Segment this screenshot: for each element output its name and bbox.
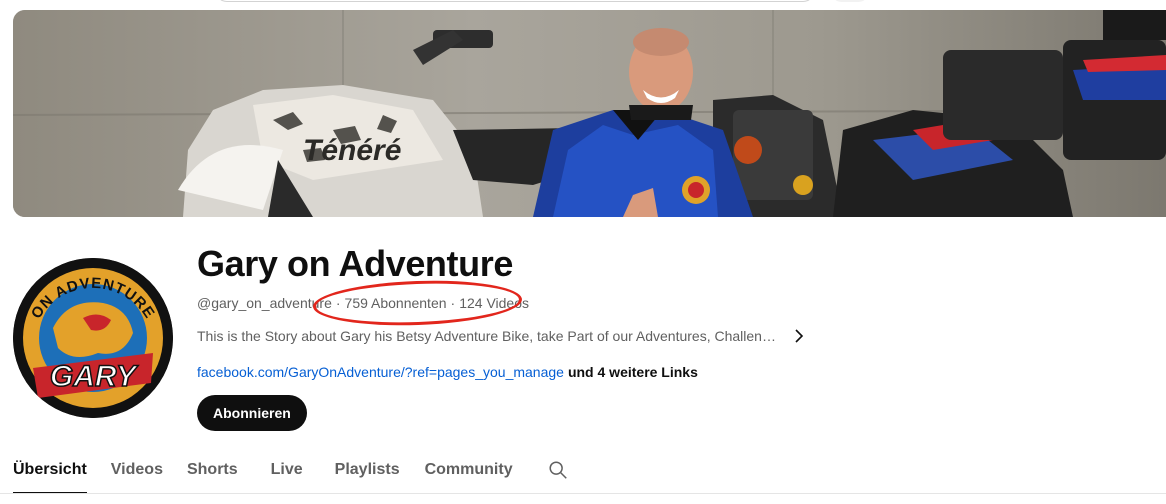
channel-avatar[interactable]: GARY ON ADVENTURE — [13, 258, 173, 418]
channel-banner: Ténéré — [13, 10, 1166, 217]
tab-overview[interactable]: Übersicht — [13, 450, 87, 494]
meta-separator: · — [450, 295, 456, 311]
channel-title: Gary on Adventure — [197, 243, 513, 284]
subscribe-button[interactable]: Abonnieren — [197, 395, 307, 431]
more-links-button[interactable]: und 4 weitere Links — [568, 364, 698, 380]
voice-search-edge[interactable] — [830, 0, 870, 2]
channel-tabs: Übersicht Videos Shorts Live Playlists C… — [13, 450, 569, 494]
search-bar-edge[interactable] — [215, 0, 815, 2]
channel-logo: GARY ON ADVENTURE — [13, 258, 173, 418]
channel-meta: @gary_on_adventure · 759 Abonnenten · 124 Vi… — [197, 294, 529, 312]
logo-gary-text: GARY — [50, 360, 139, 393]
description-text[interactable]: This is the Story about Gary his Betsy A… — [197, 327, 776, 345]
tab-shorts[interactable]: Shorts — [187, 450, 238, 494]
channel-description[interactable]: This is the Story about Gary his Betsy A… — [197, 327, 808, 345]
tab-community[interactable]: Community — [425, 450, 513, 494]
tab-live[interactable]: Live — [271, 450, 303, 494]
video-count: 124 Videos — [459, 295, 530, 311]
channel-links: facebook.com/GaryOnAdventure/?ref=pages_… — [197, 363, 698, 381]
tab-playlists[interactable]: Playlists — [335, 450, 400, 494]
svg-text:Ténéré: Ténéré — [303, 134, 401, 167]
subscriber-count: 759 Abonnenten — [344, 295, 447, 311]
channel-handle: @gary_on_adventure — [197, 295, 332, 311]
chevron-right-icon[interactable] — [790, 327, 808, 345]
facebook-link[interactable]: facebook.com/GaryOnAdventure/?ref=pages_… — [197, 364, 564, 380]
meta-separator: · — [335, 295, 341, 311]
tabs-divider — [0, 493, 1166, 494]
search-icon[interactable] — [547, 450, 569, 486]
tab-videos[interactable]: Videos — [111, 450, 163, 494]
